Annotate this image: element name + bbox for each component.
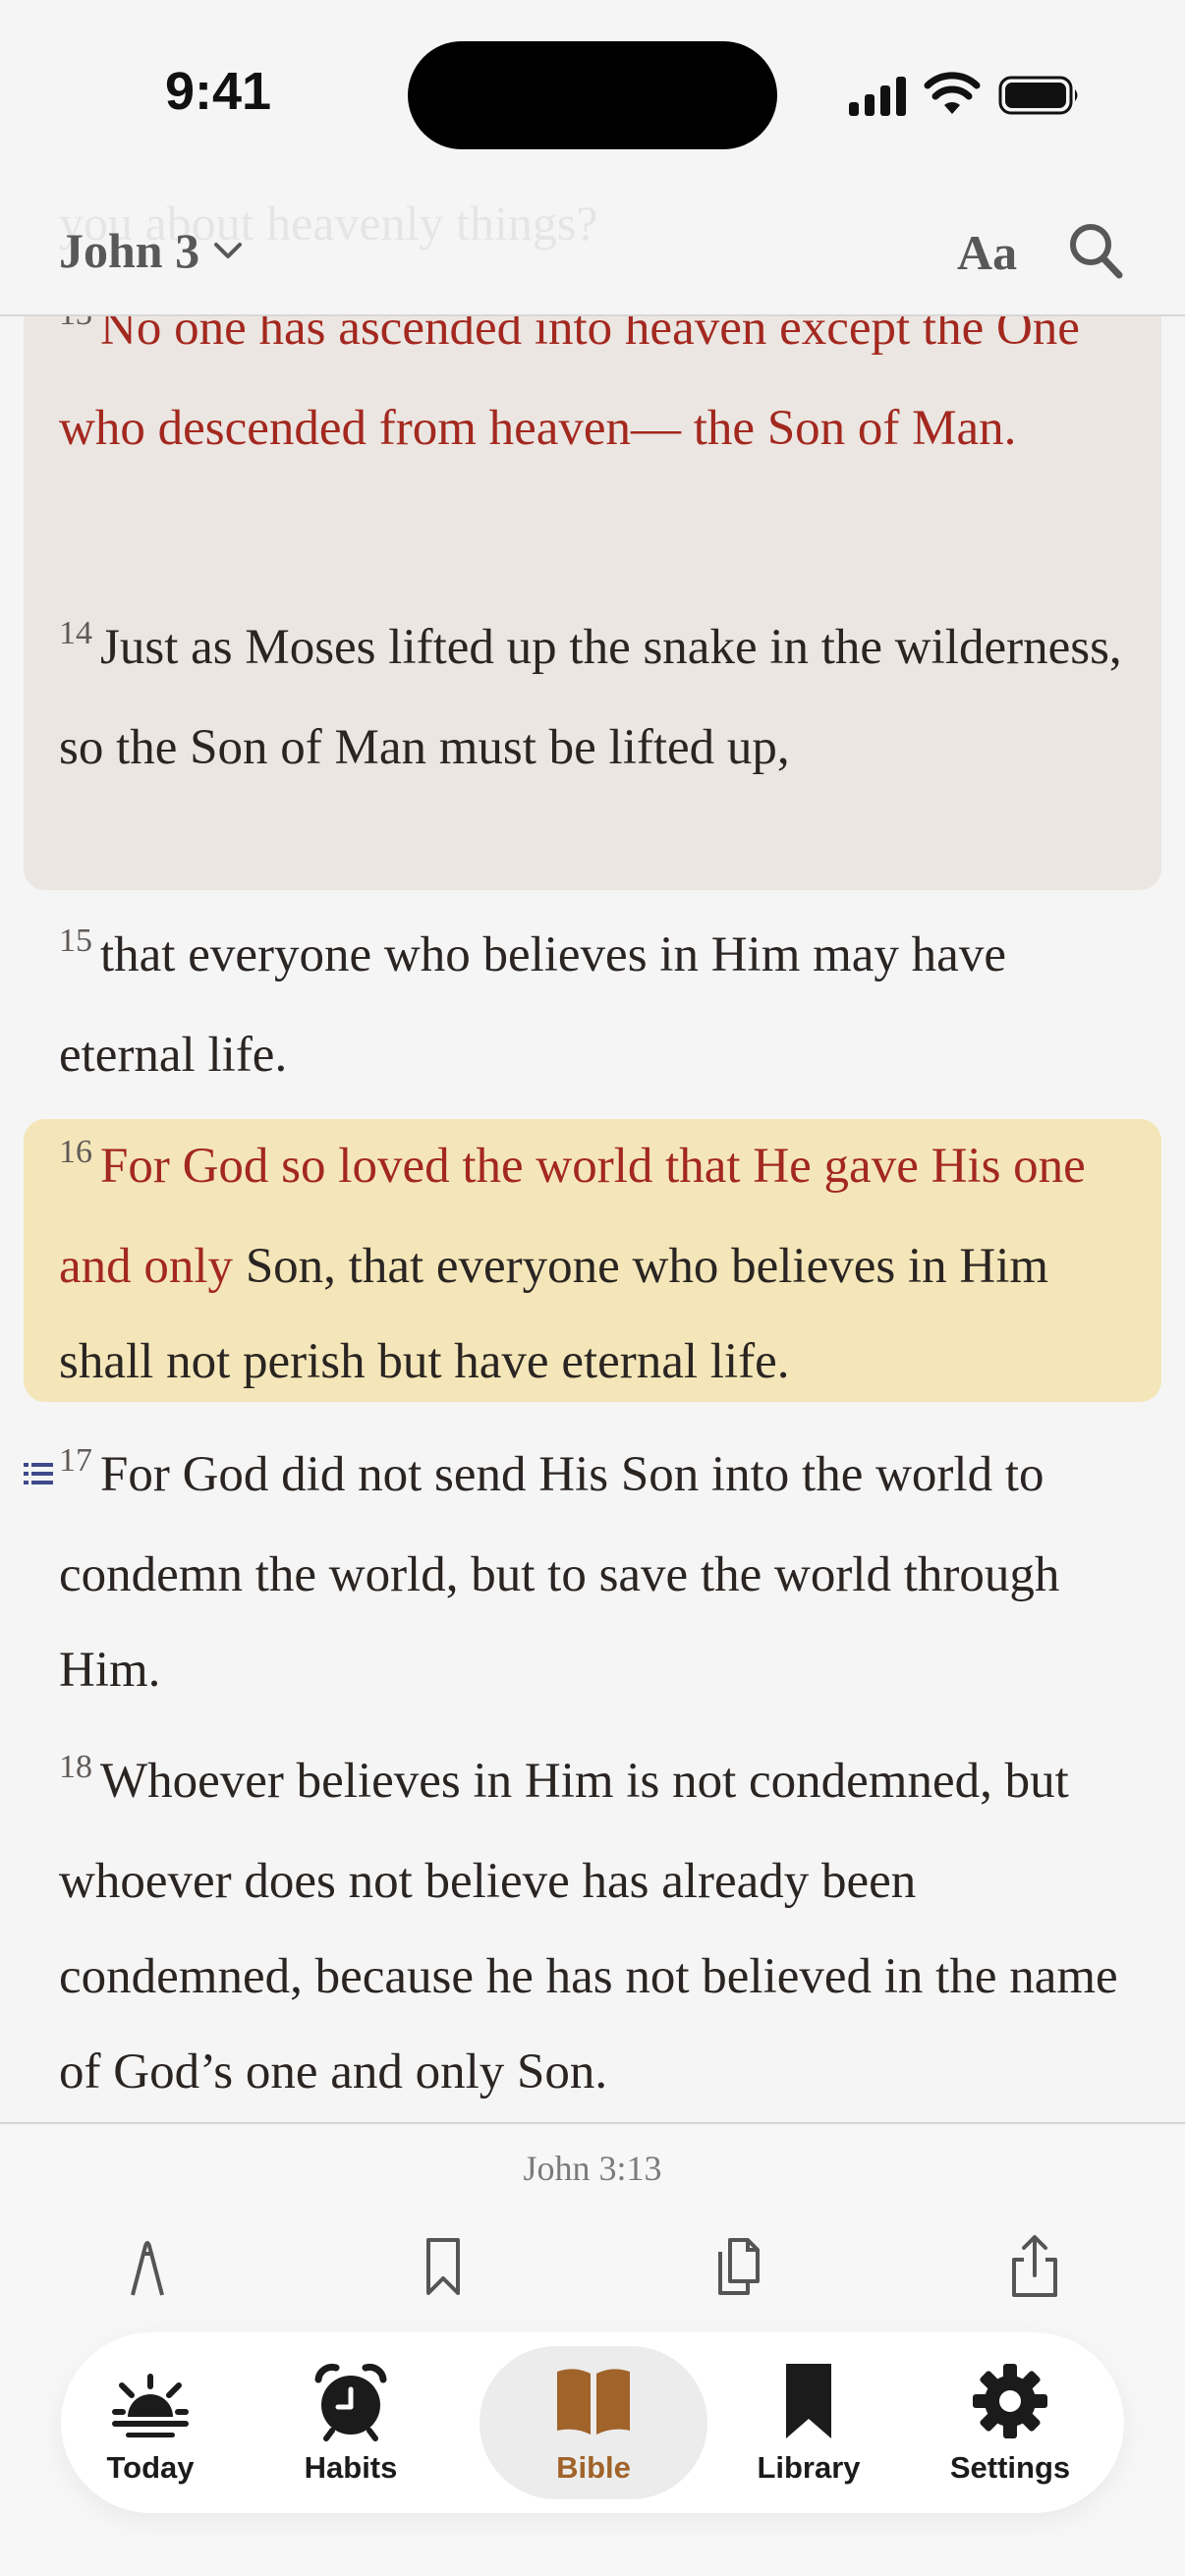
verse-number: 17 [59,1442,92,1479]
verse-text: For God did not send His Son into the wo… [59,1447,1060,1698]
share-icon[interactable] [1000,2232,1069,2301]
tab-bar: Today Habits Bible Library Settings [61,2332,1124,2513]
selected-verse-reference: John 3:13 [523,2149,662,2188]
verse-number: 13 [59,316,92,332]
verse-14[interactable]: 14 Just as Moses lifted up the snake in t… [24,600,1161,796]
chapter-title: John 3 [59,223,200,278]
reader-header: you about heavenly things? John 3 Aa [0,187,1185,316]
tab-label: Bible [556,2450,631,2485]
verse-17[interactable]: 17 For God did not send His Son into the … [24,1428,1161,1718]
tab-label: Library [757,2450,861,2485]
battery-icon [998,76,1078,115]
verse-text: Whoever believes in Him is not condemned… [59,1754,1118,2100]
verse-text-red-letter: No one has ascended into heaven except t… [59,316,1080,456]
status-bar: 9:41 [0,0,1185,187]
cellular-signal-icon [849,77,906,116]
tab-today[interactable]: Today [71,2346,230,2499]
search-icon[interactable] [1067,220,1124,281]
status-time: 9:41 [165,62,272,121]
tab-label: Settings [949,2450,1071,2485]
sunrise-icon [112,2374,189,2437]
verse-18[interactable]: 18 Whoever believes in Him is not condemn… [24,1734,1161,2120]
chapter-selector[interactable]: John 3 [59,222,245,279]
verse-number: 18 [59,1749,92,1785]
text-settings-button[interactable]: Aa [957,224,1017,281]
bookmark-icon[interactable] [409,2232,478,2301]
dynamic-island [408,41,777,149]
chevron-down-icon [214,243,243,258]
highlight-icon[interactable] [113,2232,182,2301]
verse-number: 16 [59,1134,92,1170]
gear-icon [973,2364,1047,2438]
tab-settings[interactable]: Settings [922,2346,1099,2499]
tab-bible[interactable]: Bible [480,2346,707,2499]
tab-label: Habits [304,2450,398,2485]
verse-text: that everyone who believes in Him may ha… [59,927,1006,1083]
open-book-icon [557,2369,630,2435]
chapter-content: 13No one has ascended into heaven except… [0,316,1185,2122]
tab-label: Today [106,2450,195,2485]
bookmark-icon [786,2364,831,2438]
alarm-clock-icon [314,2363,387,2441]
verse-13-body: 13No one has ascended into heaven except… [59,316,1126,476]
copy-icon[interactable] [705,2232,773,2301]
verse-15[interactable]: 15 that everyone who believes in Him may … [24,908,1161,1103]
verse-16-highlighted[interactable]: 16 For God so loved the world that He gav… [24,1119,1161,1402]
wifi-icon [924,72,981,114]
tab-library[interactable]: Library [729,2346,888,2499]
verse-text: Just as Moses lifted up the snake in the… [59,620,1122,775]
verse-number: 14 [59,615,92,651]
tab-habits[interactable]: Habits [271,2346,430,2499]
verse-number: 15 [59,923,92,959]
